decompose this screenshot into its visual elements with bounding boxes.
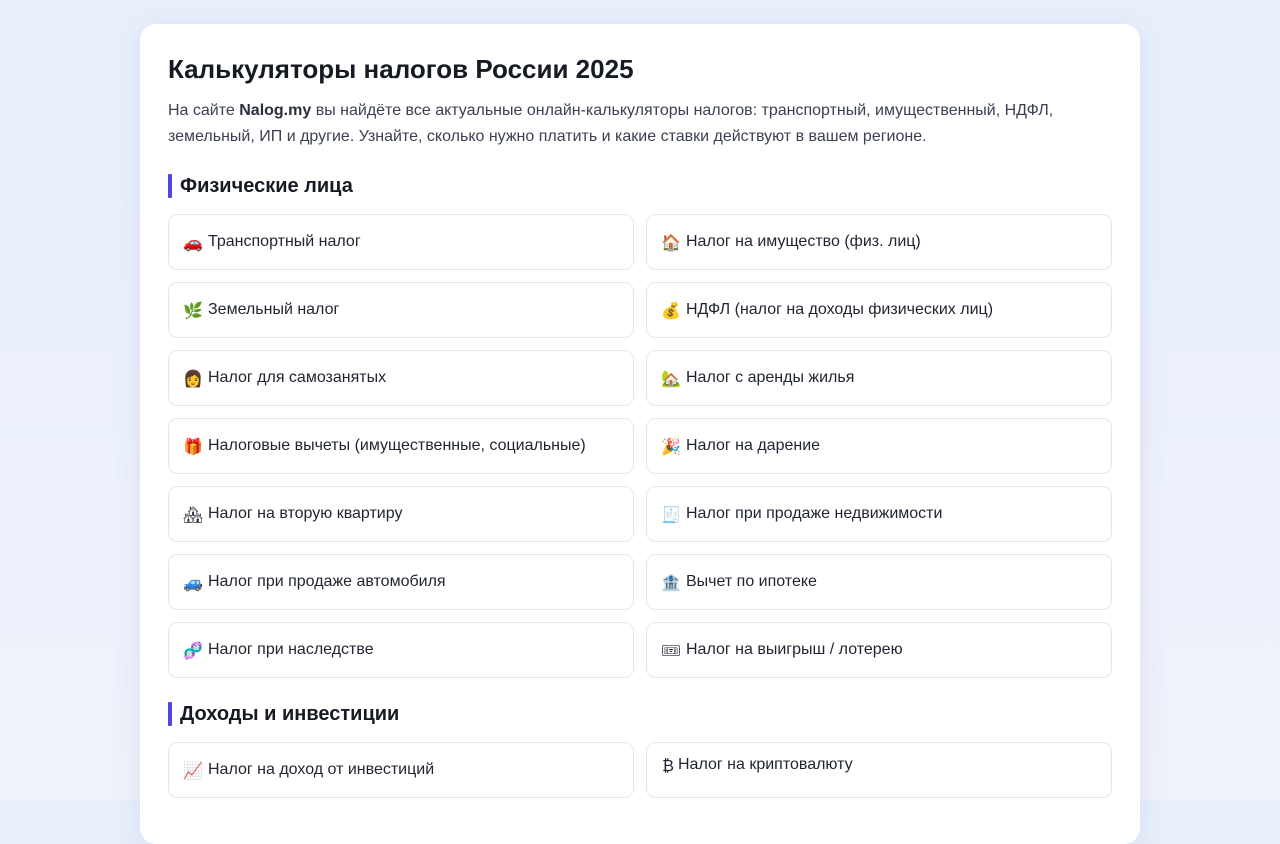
calculator-link[interactable]: ₿ Налог на криптовалюту bbox=[646, 742, 1112, 798]
herb-icon: 🌿 bbox=[183, 300, 203, 320]
calculator-label: НДФЛ (налог на доходы физических лиц) bbox=[686, 301, 994, 318]
receipt-icon: 🧾 bbox=[661, 504, 681, 524]
calculator-link[interactable]: 🏡 Налог с аренды жилья bbox=[646, 350, 1112, 406]
ticket-icon: 🎟 bbox=[661, 640, 682, 660]
car-icon: 🚗 bbox=[183, 232, 203, 252]
section-title-income-investments: Доходы и инвестиции bbox=[168, 702, 1112, 726]
calculator-label: Земельный налог bbox=[208, 301, 340, 318]
calculator-label: Налог при продаже автомобиля bbox=[208, 573, 446, 590]
page-title: Калькуляторы налогов России 2025 bbox=[168, 54, 634, 84]
calculator-link[interactable]: 📈 Налог на доход от инвестиций bbox=[168, 742, 634, 798]
bitcoin-icon: ₿ bbox=[662, 756, 674, 775]
calculator-label: Вычет по ипотеке bbox=[686, 573, 817, 590]
section-accent-bar bbox=[168, 174, 172, 198]
calculator-label: Налог на доход от инвестиций bbox=[208, 761, 435, 778]
party-popper-icon: 🎉 bbox=[661, 436, 681, 456]
calculator-link[interactable]: 🏘 Налог на вторую квартиру bbox=[168, 486, 634, 542]
calculator-link[interactable]: 🚙 Налог при продаже автомобиля bbox=[168, 554, 634, 610]
section-accent-bar bbox=[168, 702, 172, 726]
calculator-grid-income: 📈 Налог на доход от инвестиций ₿ Налог на … bbox=[168, 742, 1112, 798]
calculator-label: Налог при наследстве bbox=[208, 641, 374, 658]
calculator-label: Налог на вторую квартиру bbox=[208, 505, 403, 522]
calculator-label: Налог при продаже недвижимости bbox=[686, 505, 943, 522]
calculator-link[interactable]: 🎁 Налоговые вычеты (имущественные, социал… bbox=[168, 418, 634, 474]
calculator-link[interactable]: 🏠 Налог на имущество (физ. лиц) bbox=[646, 214, 1112, 270]
calculator-label: Налог на выигрыш / лотерею bbox=[686, 641, 903, 658]
section-title-individuals: Физические лица bbox=[168, 174, 1112, 198]
calculator-label: Налог на криптовалюту bbox=[678, 756, 853, 773]
bank-icon: 🏦 bbox=[661, 572, 681, 592]
calculator-link[interactable]: 🎟 Налог на выигрыш / лотерею bbox=[646, 622, 1112, 678]
houses-icon: 🏘 bbox=[183, 504, 204, 524]
calculator-label: Налоговые вычеты (имущественные, социаль… bbox=[208, 437, 586, 454]
calculator-label: Налог для самозанятых bbox=[208, 369, 387, 386]
house-garden-icon: 🏡 bbox=[661, 368, 681, 388]
chart-up-icon: 📈 bbox=[183, 760, 203, 780]
calculator-label: Налог на дарение bbox=[686, 437, 821, 454]
calculator-link[interactable]: 🧾 Налог при продаже недвижимости bbox=[646, 486, 1112, 542]
brand-name: Nalog.my bbox=[239, 102, 312, 119]
calculator-link[interactable]: 🏦 Вычет по ипотеке bbox=[646, 554, 1112, 610]
calculator-link[interactable]: 🌿 Земельный налог bbox=[168, 282, 634, 338]
gift-icon: 🎁 bbox=[183, 436, 203, 456]
calculator-link[interactable]: 🚗 Транспортный налог bbox=[168, 214, 634, 270]
calculator-link[interactable]: 🎉 Налог на дарение bbox=[646, 418, 1112, 474]
suv-icon: 🚙 bbox=[183, 572, 203, 592]
main-card: Калькуляторы налогов России 2025 На сайт… bbox=[140, 24, 1140, 844]
money-bag-icon: 💰 bbox=[661, 300, 681, 320]
worker-icon: 👩 bbox=[183, 368, 203, 388]
calculator-label: Транспортный налог bbox=[208, 233, 361, 250]
calculator-grid-individuals: 🚗 Транспортный налог 🏠 Налог на имущество … bbox=[168, 214, 1112, 678]
house-icon: 🏠 bbox=[661, 232, 681, 252]
calculator-label: Налог с аренды жилья bbox=[686, 369, 855, 386]
section-title-label: Физические лица bbox=[180, 174, 353, 197]
intro-prefix: На сайте bbox=[168, 102, 240, 119]
dna-icon: 🧬 bbox=[183, 640, 203, 660]
section-title-label: Доходы и инвестиции bbox=[180, 702, 400, 725]
intro-text: На сайте Nalog.my вы найдёте все актуаль… bbox=[168, 98, 1098, 150]
calculator-link[interactable]: 🧬 Налог при наследстве bbox=[168, 622, 634, 678]
calculator-link[interactable]: 💰 НДФЛ (налог на доходы физических лиц) bbox=[646, 282, 1112, 338]
calculator-link[interactable]: 👩 Налог для самозанятых bbox=[168, 350, 634, 406]
calculator-label: Налог на имущество (физ. лиц) bbox=[686, 233, 921, 250]
